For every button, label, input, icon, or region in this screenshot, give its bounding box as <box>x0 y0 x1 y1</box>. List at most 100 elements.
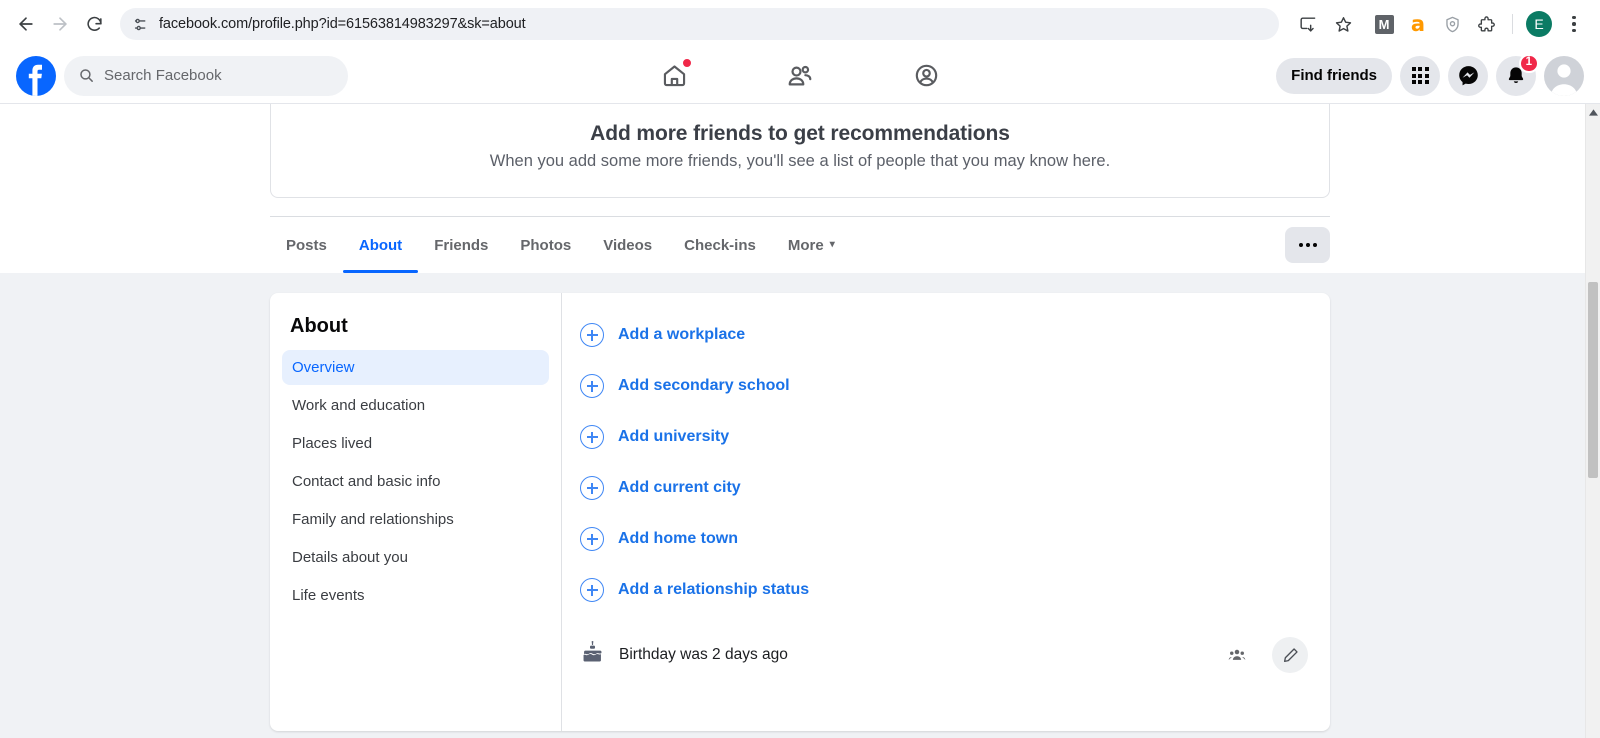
more-options-button[interactable] <box>1285 227 1330 263</box>
add-current-city-label: Add current city <box>618 479 741 496</box>
page-scrollbar[interactable] <box>1585 104 1600 738</box>
gmail-glyph: M <box>1374 14 1394 34</box>
recommendations-subtitle: When you add some more friends, you'll s… <box>489 152 1111 170</box>
address-bar[interactable]: facebook.com/profile.php?id=615638149832… <box>120 8 1279 40</box>
notifications-badge: 1 <box>1518 53 1539 73</box>
facebook-logo-icon[interactable] <box>16 55 56 96</box>
add-workplace-label: Add a workplace <box>618 326 746 343</box>
add-secondary-school-row[interactable]: Add secondary school <box>580 366 1308 407</box>
tab-about-label: About <box>358 236 403 254</box>
dot <box>1305 243 1310 247</box>
kebab-menu-icon <box>1572 15 1576 33</box>
toolbar-divider <box>1512 14 1513 34</box>
add-relationship-status-row[interactable]: Add a relationship status <box>580 570 1308 611</box>
sidebar-item-label: Life events <box>292 587 365 604</box>
install-app-icon[interactable] <box>1291 8 1323 40</box>
messenger-button[interactable] <box>1448 55 1488 96</box>
add-relationship-status-label: Add a relationship status <box>618 581 810 598</box>
puzzle-extensions-icon[interactable] <box>1471 9 1501 39</box>
sidebar-item-label: Details about you <box>292 549 408 566</box>
tab-more[interactable]: More ▾ <box>772 217 851 273</box>
reload-button[interactable] <box>78 8 110 40</box>
add-university-label: Add university <box>618 428 730 445</box>
page-body: Add more friends to get recommendations … <box>0 104 1600 738</box>
extensions-area: M a E <box>1361 8 1590 40</box>
profile-tabs: Posts About Friends Photos Videos Check-… <box>270 216 1330 273</box>
about-sidebar: About Overview Work and education Places… <box>270 293 562 731</box>
sidebar-item-contact-basic-info[interactable]: Contact and basic info <box>282 464 549 499</box>
tab-friends-label: Friends <box>434 236 489 254</box>
birthday-cake-icon <box>580 640 605 670</box>
tab-checkins-label: Check-ins <box>684 236 756 254</box>
scroll-up-arrow[interactable] <box>1586 104 1600 120</box>
sidebar-item-life-events[interactable]: Life events <box>282 578 549 613</box>
apps-grid-button[interactable] <box>1400 55 1440 96</box>
add-home-town-row[interactable]: Add home town <box>580 519 1308 560</box>
profile-header-section: Add more friends to get recommendations … <box>0 104 1600 273</box>
chevron-down-icon: ▾ <box>829 239 835 250</box>
home-notification-dot <box>682 57 692 68</box>
tab-posts[interactable]: Posts <box>270 217 343 273</box>
about-content: Add a workplace Add secondary school Add… <box>562 293 1330 731</box>
about-heading: About <box>290 315 348 337</box>
sidebar-item-work-education[interactable]: Work and education <box>282 388 549 423</box>
sidebar-item-label: Contact and basic info <box>292 473 441 490</box>
account-avatar[interactable] <box>1544 55 1584 96</box>
sidebar-item-family-relationships[interactable]: Family and relationships <box>282 502 549 537</box>
plus-circle-icon <box>580 527 604 551</box>
amazon-glyph: a <box>1410 11 1426 36</box>
bookmark-star-icon[interactable] <box>1327 8 1359 40</box>
recommendations-title: Add more friends to get recommendations <box>590 122 1010 145</box>
tab-about[interactable]: About <box>342 217 419 273</box>
sidebar-item-overview[interactable]: Overview <box>282 350 549 385</box>
tab-photos-label: Photos <box>520 236 572 254</box>
tab-more-label: More <box>787 236 824 254</box>
nav-friends[interactable] <box>770 54 830 98</box>
add-secondary-school-label: Add secondary school <box>618 377 790 394</box>
tab-videos[interactable]: Videos <box>587 217 668 273</box>
back-button[interactable] <box>10 8 42 40</box>
tab-posts-label: Posts <box>286 236 327 254</box>
plus-circle-icon <box>580 374 604 398</box>
browser-toolbar: facebook.com/profile.php?id=615638149832… <box>0 0 1600 48</box>
recommendations-banner: Add more friends to get recommendations … <box>270 104 1330 198</box>
nav-profile[interactable] <box>896 54 956 98</box>
sidebar-item-details-about-you[interactable]: Details about you <box>282 540 549 575</box>
tab-videos-label: Videos <box>603 236 653 254</box>
about-section-background: About Overview Work and education Places… <box>0 273 1600 738</box>
tab-checkins[interactable]: Check-ins <box>668 217 772 273</box>
find-friends-button[interactable]: Find friends <box>1276 57 1392 94</box>
amazon-extension-icon[interactable]: a <box>1403 9 1433 39</box>
facebook-header: Search Facebook Find friends 1 <box>0 48 1600 104</box>
plus-circle-icon <box>580 323 604 347</box>
friends-privacy-icon[interactable] <box>1228 646 1246 664</box>
scrollbar-thumb[interactable] <box>1588 282 1598 478</box>
birthday-text: Birthday was 2 days ago <box>619 646 788 663</box>
plus-circle-icon <box>580 578 604 602</box>
nav-home[interactable] <box>644 54 704 98</box>
notifications-button[interactable]: 1 <box>1496 53 1539 96</box>
search-input[interactable]: Search Facebook <box>64 55 348 96</box>
shield-extension-icon[interactable] <box>1437 9 1467 39</box>
search-placeholder: Search Facebook <box>104 67 222 84</box>
dot <box>1298 243 1303 247</box>
site-settings-icon[interactable] <box>132 16 149 33</box>
sidebar-item-label: Overview <box>292 359 355 376</box>
tab-photos[interactable]: Photos <box>504 217 587 273</box>
add-workplace-row[interactable]: Add a workplace <box>580 315 1308 356</box>
chrome-menu-button[interactable] <box>1558 8 1590 40</box>
sidebar-item-label: Work and education <box>292 397 426 414</box>
birthday-row: Birthday was 2 days ago <box>580 621 1308 683</box>
chrome-profile-initial: E <box>1526 11 1552 37</box>
tab-friends[interactable]: Friends <box>418 217 504 273</box>
find-friends-label: Find friends <box>1291 67 1377 84</box>
add-university-row[interactable]: Add university <box>580 417 1308 458</box>
grid-menu-icon <box>1411 67 1429 84</box>
forward-button[interactable] <box>44 8 76 40</box>
edit-birthday-button[interactable] <box>1272 637 1308 673</box>
dot <box>1312 243 1317 247</box>
add-current-city-row[interactable]: Add current city <box>580 468 1308 509</box>
sidebar-item-places-lived[interactable]: Places lived <box>282 426 549 461</box>
gmail-extension-icon[interactable]: M <box>1369 9 1399 39</box>
chrome-profile-button[interactable]: E <box>1524 9 1554 39</box>
